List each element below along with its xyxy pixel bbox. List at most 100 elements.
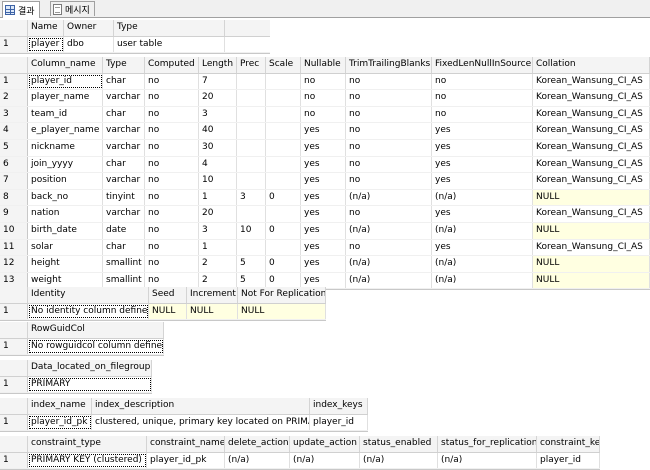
grid-cell[interactable]: Korean_Wansung_CI_AS	[533, 106, 650, 123]
column-header[interactable]: Name	[28, 20, 64, 36]
row-number[interactable]: 2	[0, 90, 28, 106]
grid-cell[interactable]: no	[346, 206, 432, 222]
grid-cell[interactable]: no	[301, 106, 346, 123]
grid-cell[interactable]: no	[301, 73, 346, 90]
grid-cell[interactable]: char	[103, 73, 145, 90]
column-header[interactable]: Nullable	[301, 57, 346, 73]
row-header-corner[interactable]	[0, 398, 28, 414]
grid-cell[interactable]: yes	[301, 239, 346, 256]
table-row[interactable]: 1 player_id_pk clustered, unique, primary …	[0, 414, 368, 432]
grid-cell[interactable]: yes	[301, 173, 346, 189]
grid-cell[interactable]	[266, 206, 301, 222]
table-row[interactable]: 6 join_yyyy char no 4 yes no yes Korean_Wansung_…	[0, 156, 650, 174]
grid-cell[interactable]: no	[432, 90, 533, 106]
grid-cell[interactable]: Korean_Wansung_CI_AS	[533, 239, 650, 256]
column-header[interactable]: Type	[103, 57, 145, 73]
grid-cell[interactable]: date	[103, 222, 145, 239]
grid-cell[interactable]: 40	[199, 123, 237, 139]
table-row[interactable]: 1 PRIMARY	[0, 376, 152, 394]
grid-cell[interactable]: player_name	[28, 90, 103, 106]
column-header[interactable]: Owner	[64, 20, 114, 36]
grid-cell[interactable]: 10	[199, 173, 237, 189]
column-header[interactable]: Length	[199, 57, 237, 73]
grid-cell[interactable]: player_id	[537, 452, 600, 469]
grid-cell[interactable]: No rowguidcol column defined.	[28, 338, 164, 355]
grid-cell[interactable]: no	[346, 156, 432, 173]
grid-cell[interactable]: (n/a)	[432, 272, 533, 289]
row-header-corner[interactable]	[0, 20, 28, 36]
grid-cell[interactable]: char	[103, 106, 145, 123]
table-row[interactable]: 12 height smallint no 2 5 0 yes (n/a) (n/a) NULL	[0, 256, 650, 273]
row-number[interactable]: 7	[0, 173, 28, 189]
grid-cell[interactable]	[266, 139, 301, 156]
grid-cell[interactable]: player	[28, 36, 64, 53]
grid-cell[interactable]: yes	[432, 156, 533, 173]
grid-cell[interactable]: varchar	[103, 139, 145, 156]
table-row[interactable]: 1 player dbo user table	[0, 36, 270, 54]
row-number[interactable]: 1	[0, 303, 28, 320]
column-header[interactable]: constraint_keys	[537, 436, 600, 452]
grid-cell[interactable]: Korean_Wansung_CI_AS	[533, 123, 650, 139]
table-row[interactable]: 10 birth_date date no 3 10 0 yes (n/a) (n/a) NULL	[0, 222, 650, 240]
column-header[interactable]: Prec	[237, 57, 266, 73]
grid-cell[interactable]: 2	[199, 272, 237, 289]
grid-cell[interactable]: no	[145, 156, 199, 173]
row-number[interactable]: 1	[0, 338, 28, 355]
grid-cell[interactable]: (n/a)	[346, 272, 432, 289]
tab-results[interactable]: 결과	[2, 1, 40, 18]
row-header-corner[interactable]	[0, 57, 28, 73]
row-number[interactable]: 10	[0, 222, 28, 239]
grid-cell[interactable]: no	[145, 173, 199, 189]
grid-cell[interactable]: team_id	[28, 106, 103, 123]
table-row[interactable]: 2 player_name varchar no 20 no no no Korean_Wans…	[0, 90, 650, 107]
grid-cell[interactable]	[237, 156, 266, 173]
grid-cell[interactable]: No identity column defined.	[28, 303, 149, 320]
grid-cell[interactable]	[266, 73, 301, 90]
grid-cell[interactable]: no	[346, 173, 432, 189]
grid-cell[interactable]: join_yyyy	[28, 156, 103, 173]
column-header[interactable]: index_description	[92, 398, 310, 414]
grid-cell[interactable]: yes	[432, 139, 533, 156]
row-number[interactable]: 1	[0, 73, 28, 90]
grid-cell[interactable]: Korean_Wansung_CI_AS	[533, 206, 650, 222]
column-header[interactable]: Collation	[533, 57, 650, 73]
grid-cell[interactable]: char	[103, 156, 145, 173]
grid-cell[interactable]: varchar	[103, 206, 145, 222]
grid-cell[interactable]: 3	[237, 189, 266, 206]
column-header[interactable]: Scale	[266, 57, 301, 73]
grid-cell[interactable]: no	[145, 90, 199, 106]
grid-cell[interactable]: position	[28, 173, 103, 189]
column-header[interactable]: Increment	[187, 287, 238, 303]
grid-cell[interactable]: (n/a)	[225, 452, 290, 469]
grid-cell[interactable]: varchar	[103, 123, 145, 139]
grid-cell[interactable]: (n/a)	[346, 189, 432, 206]
grid-cell[interactable]: no	[346, 73, 432, 90]
grid-cell[interactable]: (n/a)	[360, 452, 438, 469]
grid-cell[interactable]	[237, 173, 266, 189]
row-header-corner[interactable]	[0, 322, 28, 338]
table-row[interactable]: 8 back_no tinyint no 1 3 0 yes (n/a) (n/a) NULL	[0, 189, 650, 207]
table-row[interactable]: 11 solar char no 1 yes no yes Korean_Wansung_CI_…	[0, 239, 650, 257]
row-number[interactable]: 13	[0, 272, 28, 289]
grid-cell[interactable]: (n/a)	[346, 256, 432, 272]
row-number[interactable]: 1	[0, 414, 28, 431]
grid-cell[interactable]: (n/a)	[438, 452, 537, 469]
grid-cell[interactable]: NULL	[187, 303, 238, 320]
grid-cell[interactable]: player_id_pk	[28, 414, 92, 431]
grid-cell[interactable]	[266, 106, 301, 123]
grid-cell[interactable]	[266, 90, 301, 106]
table-row[interactable]: 3 team_id char no 3 no no no Korean_Wansung_CI_A…	[0, 106, 650, 124]
row-header-corner[interactable]	[0, 436, 28, 452]
row-number[interactable]: 1	[0, 376, 28, 393]
grid-cell[interactable]: NULL	[238, 303, 326, 320]
grid-cell[interactable]: 5	[237, 272, 266, 289]
grid-cell[interactable]: nation	[28, 206, 103, 222]
column-header[interactable]: constraint_type	[28, 436, 147, 452]
grid-cell[interactable]: (n/a)	[290, 452, 360, 469]
row-number[interactable]: 9	[0, 206, 28, 222]
grid-cell[interactable]: varchar	[103, 173, 145, 189]
grid-cell[interactable]: Korean_Wansung_CI_AS	[533, 139, 650, 156]
grid-cell[interactable]: char	[103, 239, 145, 256]
column-header[interactable]: delete_action	[225, 436, 290, 452]
column-header[interactable]: Column_name	[28, 57, 103, 73]
